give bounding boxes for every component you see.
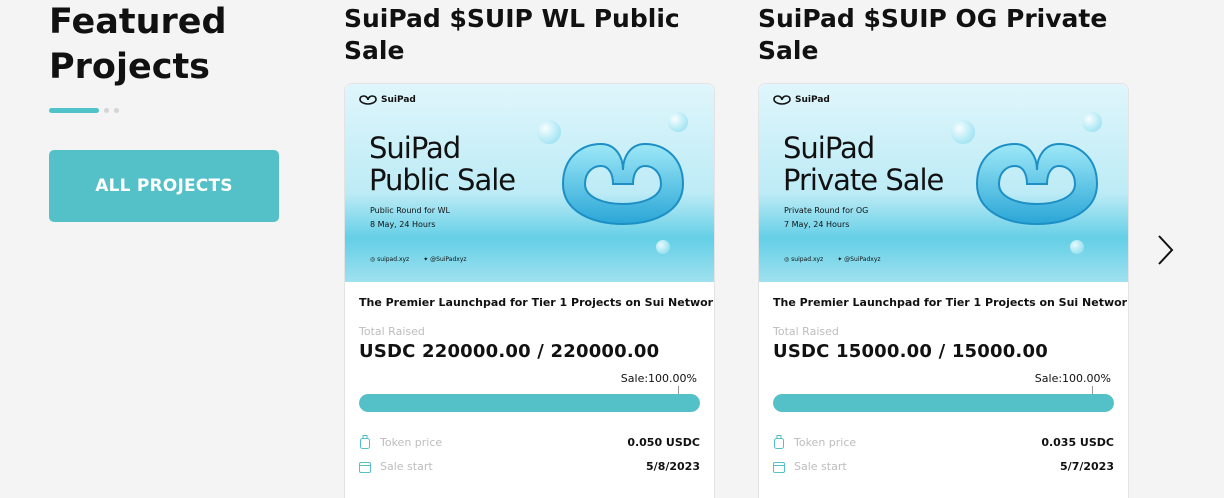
project-card[interactable]: SuiPad SuiPad Private Sale Private Round… <box>758 83 1129 498</box>
sale-progress-fill <box>359 394 700 412</box>
total-raised-value: USDC 15000.00 / 15000.00 <box>773 341 1048 362</box>
token-price-row: Token price 0.035 USDC <box>773 435 1114 449</box>
total-raised-label: Total Raised <box>773 325 839 338</box>
pager-dot[interactable] <box>114 108 119 113</box>
banner-twitter-label: @SuiPadxyz <box>430 256 467 263</box>
progress-marker <box>1092 386 1093 394</box>
pager-dot[interactable] <box>104 108 109 113</box>
token-price-label: Token price <box>380 435 443 449</box>
sale-start-row: Sale start 5/8/2023 <box>359 460 700 473</box>
banner-brand: SuiPad <box>773 95 830 105</box>
token-price-value: 0.050 USDC <box>627 435 700 449</box>
sale-start-label: Sale start <box>380 460 433 473</box>
bubble-decoration <box>656 240 670 254</box>
banner-round: Public Round for WL <box>370 206 450 215</box>
sale-progress-fill <box>773 394 1114 412</box>
sale-progress-bar <box>773 394 1114 412</box>
sale-start-value: 5/7/2023 <box>1060 460 1114 473</box>
suipad-3d-logo-icon <box>975 142 1099 226</box>
carousel-pager <box>49 108 119 113</box>
banner-website: ◎ suipad.xyz <box>784 256 824 263</box>
sale-percentage: Sale:100.00% <box>1034 372 1111 385</box>
banner-twitter-label: @SuiPadxyz <box>844 256 881 263</box>
all-projects-button[interactable]: ALL PROJECTS <box>49 150 279 222</box>
banner-headline: SuiPad Public Sale <box>369 131 516 197</box>
banner-headline-line2: Private Sale <box>783 163 944 197</box>
banner-headline-line2: Public Sale <box>369 163 516 197</box>
project-description: The Premier Launchpad for Tier 1 Project… <box>773 296 1129 309</box>
sale-percentage: Sale:100.00% <box>620 372 697 385</box>
card-title[interactable]: SuiPad $SUIP WL Public Sale <box>344 3 704 67</box>
banner-twitter: ✦ @SuiPadxyz <box>837 256 881 263</box>
banner-date: 7 May, 24 Hours <box>784 220 850 229</box>
banner-website-label: suipad.xyz <box>791 256 824 263</box>
banner-twitter: ✦ @SuiPadxyz <box>423 256 467 263</box>
sale-start-value: 5/8/2023 <box>646 460 700 473</box>
sale-start-row: Sale start 5/7/2023 <box>773 460 1114 473</box>
project-description: The Premier Launchpad for Tier 1 Project… <box>359 296 715 309</box>
banner-social: ◎ suipad.xyz ✦ @SuiPadxyz <box>370 256 467 263</box>
project-banner[interactable]: SuiPad SuiPad Private Sale Private Round… <box>759 84 1128 282</box>
bottle-icon <box>774 435 784 449</box>
project-banner[interactable]: SuiPad SuiPad Public Sale Public Round f… <box>345 84 714 282</box>
banner-date: 8 May, 24 Hours <box>370 220 436 229</box>
pager-dot-active[interactable] <box>49 108 99 113</box>
progress-marker <box>678 386 679 394</box>
banner-round: Private Round for OG <box>784 206 869 215</box>
total-raised-label: Total Raised <box>359 325 425 338</box>
suipad-3d-logo-icon <box>561 142 685 226</box>
banner-headline: SuiPad Private Sale <box>783 131 944 197</box>
token-price-value: 0.035 USDC <box>1041 435 1114 449</box>
token-price-label: Token price <box>794 435 857 449</box>
bubble-decoration <box>1070 240 1084 254</box>
chevron-right-icon[interactable] <box>1153 233 1177 267</box>
bottle-icon <box>360 435 370 449</box>
token-price-row: Token price 0.050 USDC <box>359 435 700 449</box>
banner-brand-label: SuiPad <box>795 95 830 105</box>
banner-brand: SuiPad <box>359 95 416 105</box>
calendar-icon <box>773 461 785 473</box>
banner-headline-line1: SuiPad <box>369 131 461 165</box>
project-card[interactable]: SuiPad SuiPad Public Sale Public Round f… <box>344 83 715 498</box>
card-title[interactable]: SuiPad $SUIP OG Private Sale <box>758 3 1118 67</box>
calendar-icon <box>359 461 371 473</box>
banner-website: ◎ suipad.xyz <box>370 256 410 263</box>
banner-brand-label: SuiPad <box>381 95 416 105</box>
suipad-logo-icon <box>359 95 377 105</box>
suipad-logo-icon <box>773 95 791 105</box>
banner-website-label: suipad.xyz <box>377 256 410 263</box>
banner-headline-line1: SuiPad <box>783 131 875 165</box>
sale-start-label: Sale start <box>794 460 847 473</box>
section-title: Featured Projects <box>49 2 227 87</box>
sale-progress-bar <box>359 394 700 412</box>
total-raised-value: USDC 220000.00 / 220000.00 <box>359 341 660 362</box>
banner-social: ◎ suipad.xyz ✦ @SuiPadxyz <box>784 256 881 263</box>
